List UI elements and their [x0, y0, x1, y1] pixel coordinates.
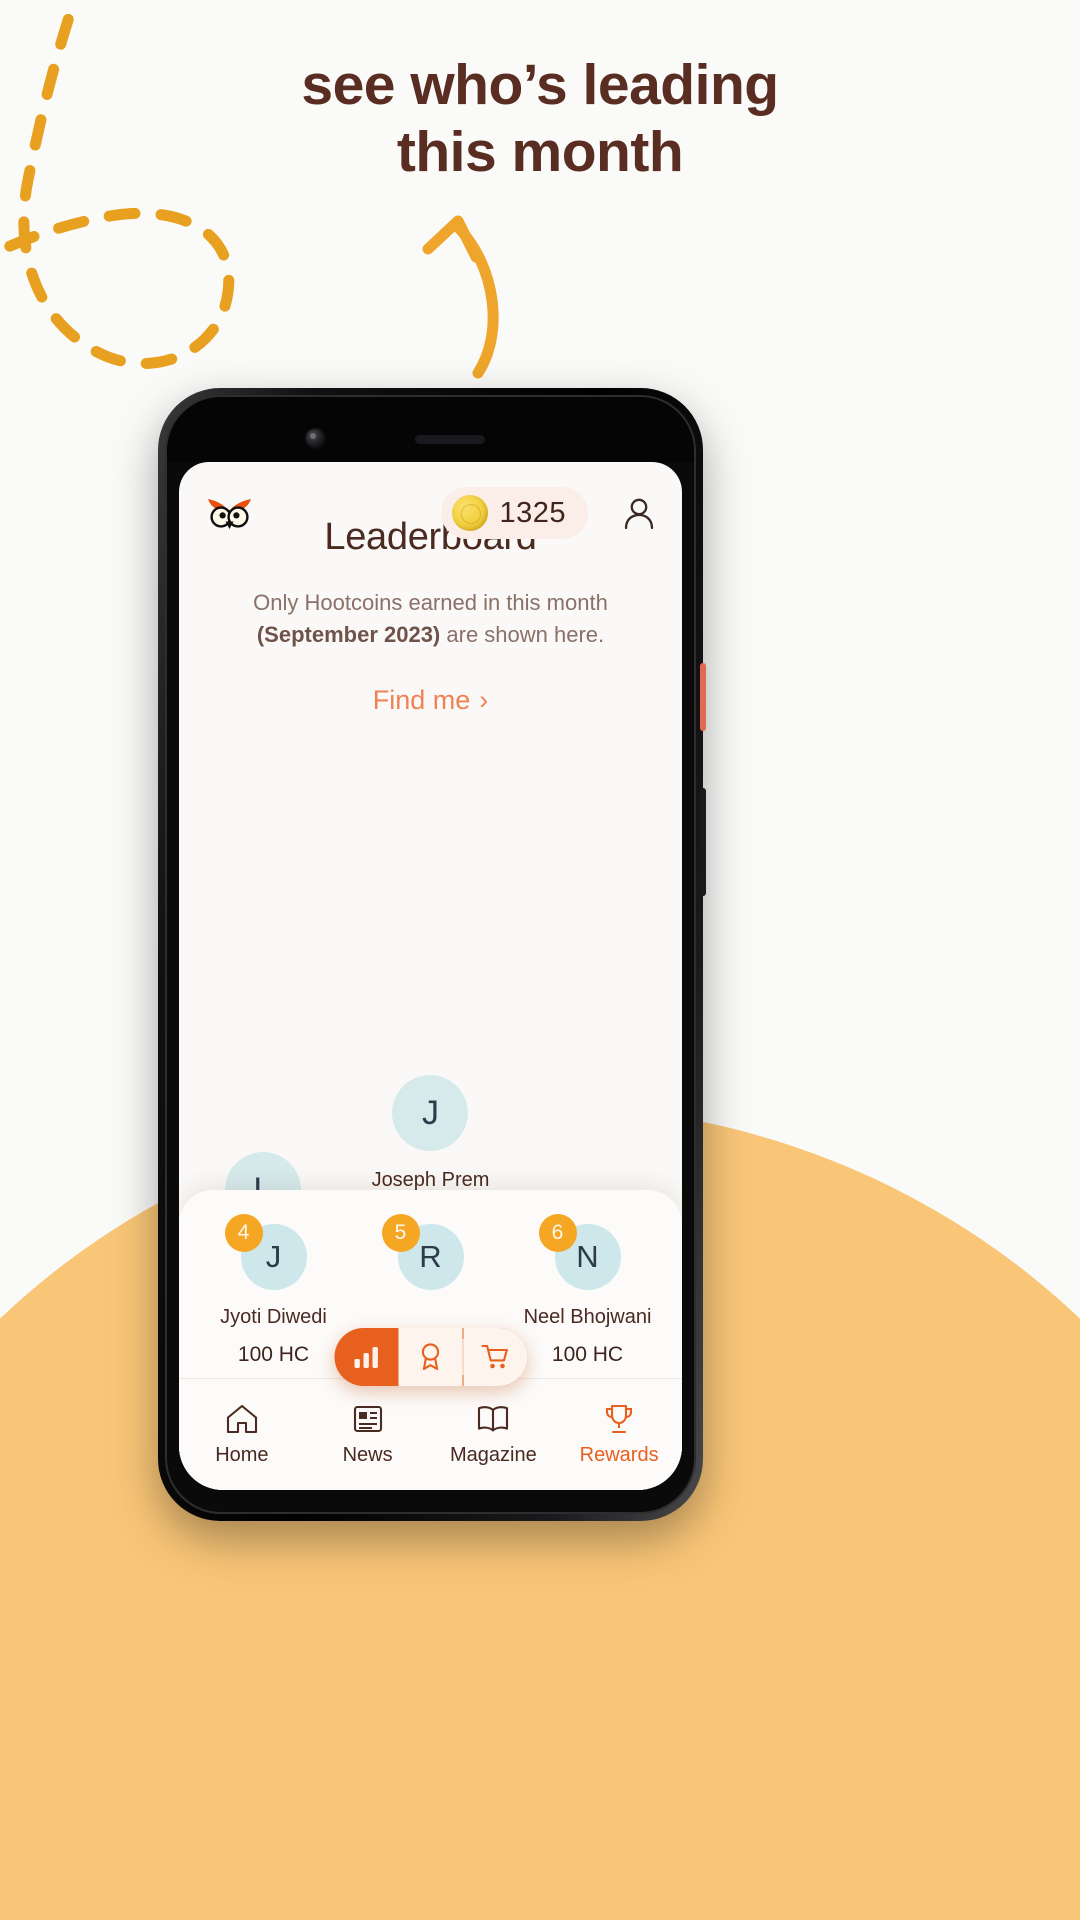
newspaper-icon: [353, 1405, 382, 1432]
avatar: J: [392, 1075, 469, 1151]
description-period: (September 2023): [256, 621, 441, 647]
rank-badge: 5: [381, 1214, 420, 1252]
runner-name: Jyoti Diwedi: [220, 1306, 327, 1328]
hootcoin-balance-value: 1325: [499, 496, 566, 529]
phone-volume-button[interactable]: [700, 788, 706, 896]
runner-score: 100 HC: [237, 1343, 310, 1366]
owl-logo: [208, 499, 251, 529]
nav-item-home[interactable]: Home: [179, 1403, 305, 1467]
app-screen: 1325 Leaderboard Only Hootcoins earned i…: [179, 462, 682, 1490]
runner-name: Neel Bhojwani: [523, 1306, 652, 1328]
nav-label: Rewards: [579, 1443, 659, 1466]
rank-badge: 4: [224, 1214, 263, 1252]
earpiece-speaker: [415, 435, 485, 444]
home-icon: [226, 1404, 257, 1433]
phone-mockup: 1325 Leaderboard Only Hootcoins earned i…: [158, 388, 706, 1521]
nav-label: News: [342, 1443, 393, 1466]
chevron-right-icon: ›: [479, 684, 489, 715]
description-prefix: Only Hootcoins earned in this month: [253, 590, 608, 615]
award-medal-icon: [421, 1343, 439, 1371]
coin-icon: [452, 495, 489, 531]
decorative-curved-arrow: [422, 215, 499, 379]
runner-score: 100 HC: [551, 1343, 624, 1366]
fab-rewards-button[interactable]: [398, 1328, 462, 1386]
fab-stats-button[interactable]: [334, 1328, 398, 1386]
description-suffix: are shown here.: [440, 621, 605, 647]
nav-label: Home: [215, 1443, 269, 1466]
fab-cart-button[interactable]: [463, 1328, 527, 1386]
rank-badge: 6: [538, 1214, 577, 1252]
nav-item-news[interactable]: News: [305, 1403, 431, 1467]
promo-headline: see who’s leading this month: [0, 52, 1080, 185]
headline-line-2: this month: [396, 119, 684, 184]
list-item[interactable]: N 6 Neel Bhojwani 100 HC: [509, 1214, 666, 1367]
person-icon[interactable]: [622, 495, 656, 531]
headline-line-1: see who’s leading: [301, 53, 779, 117]
find-me-label: Find me: [372, 684, 471, 715]
phone-top-bezel: [167, 397, 694, 462]
page-description: Only Hootcoins earned in this month (Sep…: [179, 587, 682, 651]
floating-action-toolbar: [334, 1328, 527, 1386]
front-camera: [305, 428, 326, 449]
nav-item-magazine[interactable]: Magazine: [431, 1403, 557, 1467]
shopping-cart-icon: [480, 1344, 508, 1369]
book-icon: [478, 1405, 509, 1431]
bottom-navigation: Home News Magazine Rewards: [179, 1378, 682, 1490]
nav-item-rewards[interactable]: Rewards: [556, 1403, 682, 1467]
phone-power-button[interactable]: [700, 663, 706, 731]
hootcoin-balance-pill[interactable]: 1325: [441, 487, 588, 539]
list-item[interactable]: J 4 Jyoti Diwedi 100 HC: [195, 1214, 352, 1367]
bar-chart-icon: [354, 1347, 378, 1368]
nav-label: Magazine: [450, 1443, 537, 1466]
trophy-icon: [606, 1404, 633, 1433]
app-header: 1325: [179, 482, 682, 544]
find-me-link[interactable]: Find me ›: [179, 685, 682, 716]
